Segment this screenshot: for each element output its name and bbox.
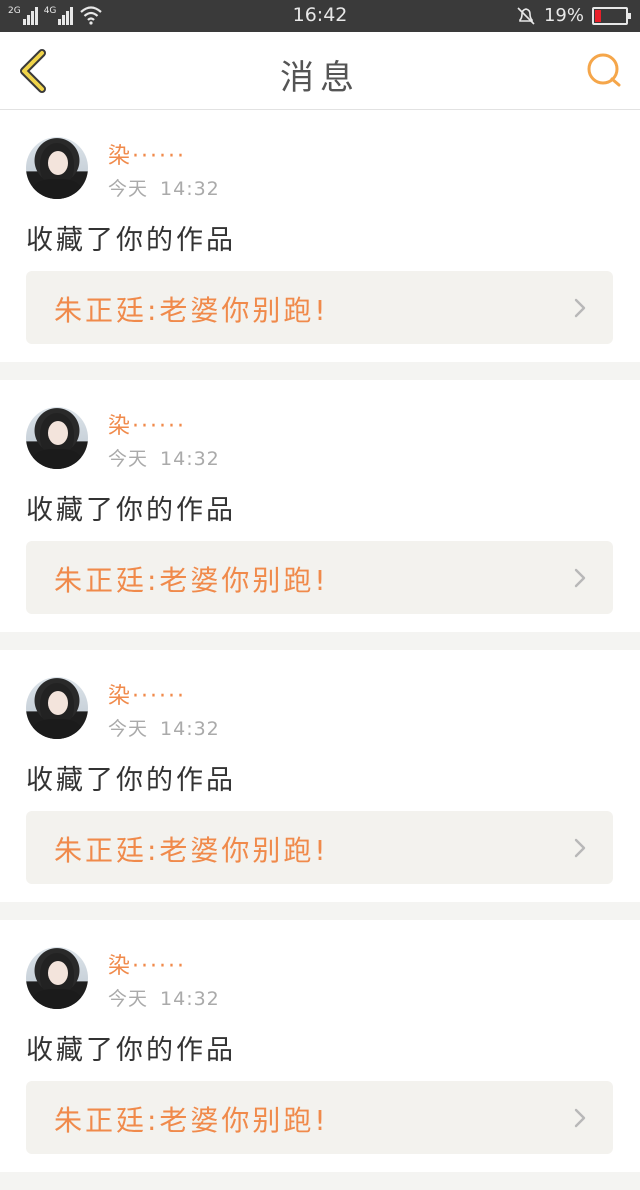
avatar[interactable]	[26, 947, 88, 1009]
username[interactable]: 染······	[108, 138, 186, 170]
timestamp-time: 14:32	[160, 988, 220, 1010]
work-title: 朱正廷:老婆你别跑!	[54, 834, 329, 867]
message-card: 染······ 今天 14:32 收藏了你的作品 朱正廷:老婆你别跑!	[0, 110, 640, 362]
battery-percent: 19%	[543, 5, 584, 26]
avatar[interactable]	[26, 677, 88, 739]
avatar[interactable]	[26, 407, 88, 469]
work-link[interactable]: 朱正廷:老婆你别跑!	[26, 1081, 613, 1154]
message-card: 染······ 今天 14:32 收藏了你的作品 朱正廷:老婆你别跑!	[0, 650, 640, 902]
action-text: 收藏了你的作品	[26, 765, 236, 796]
username[interactable]: 染······	[108, 408, 186, 440]
search-icon[interactable]	[584, 50, 624, 90]
timestamp: 今天 14:32	[108, 714, 220, 741]
timestamp: 今天 14:32	[108, 444, 220, 471]
message-list: 染······ 今天 14:32 收藏了你的作品 朱正廷:老婆你别跑! 染····…	[0, 110, 640, 1190]
timestamp-time: 14:32	[160, 178, 220, 200]
work-title: 朱正廷:老婆你别跑!	[54, 294, 329, 327]
chevron-right-icon	[574, 568, 586, 588]
username[interactable]: 染······	[108, 678, 186, 710]
work-link[interactable]: 朱正廷:老婆你别跑!	[26, 541, 613, 614]
chevron-right-icon	[574, 838, 586, 858]
work-title: 朱正廷:老婆你别跑!	[54, 1104, 329, 1137]
action-text: 收藏了你的作品	[26, 225, 236, 256]
message-card: 染······ 今天 14:32 收藏了你的作品 朱正廷:老婆你别跑!	[0, 920, 640, 1172]
work-link[interactable]: 朱正廷:老婆你别跑!	[26, 811, 613, 884]
chevron-right-icon	[574, 1108, 586, 1128]
status-bar: 2G 4G 16:42 19%	[0, 0, 640, 32]
work-title: 朱正廷:老婆你别跑!	[54, 564, 329, 597]
work-link[interactable]: 朱正廷:老婆你别跑!	[26, 271, 613, 344]
avatar[interactable]	[26, 137, 88, 199]
timestamp-time: 14:32	[160, 718, 220, 740]
timestamp: 今天 14:32	[108, 174, 220, 201]
mute-bell-icon	[517, 6, 535, 25]
timestamp-time: 14:32	[160, 448, 220, 470]
timestamp: 今天 14:32	[108, 984, 220, 1011]
app-header: 消息	[0, 32, 640, 110]
message-card: 染······ 今天 14:32 收藏了你的作品 朱正廷:老婆你别跑!	[0, 380, 640, 632]
timestamp-day: 今天	[108, 178, 149, 200]
action-text: 收藏了你的作品	[26, 495, 236, 526]
battery-icon	[592, 6, 631, 25]
username[interactable]: 染······	[108, 948, 186, 980]
chevron-right-icon	[574, 298, 586, 318]
action-text: 收藏了你的作品	[26, 1035, 236, 1066]
timestamp-day: 今天	[108, 718, 149, 740]
timestamp-day: 今天	[108, 448, 149, 470]
timestamp-day: 今天	[108, 988, 149, 1010]
page-title: 消息	[280, 58, 360, 98]
